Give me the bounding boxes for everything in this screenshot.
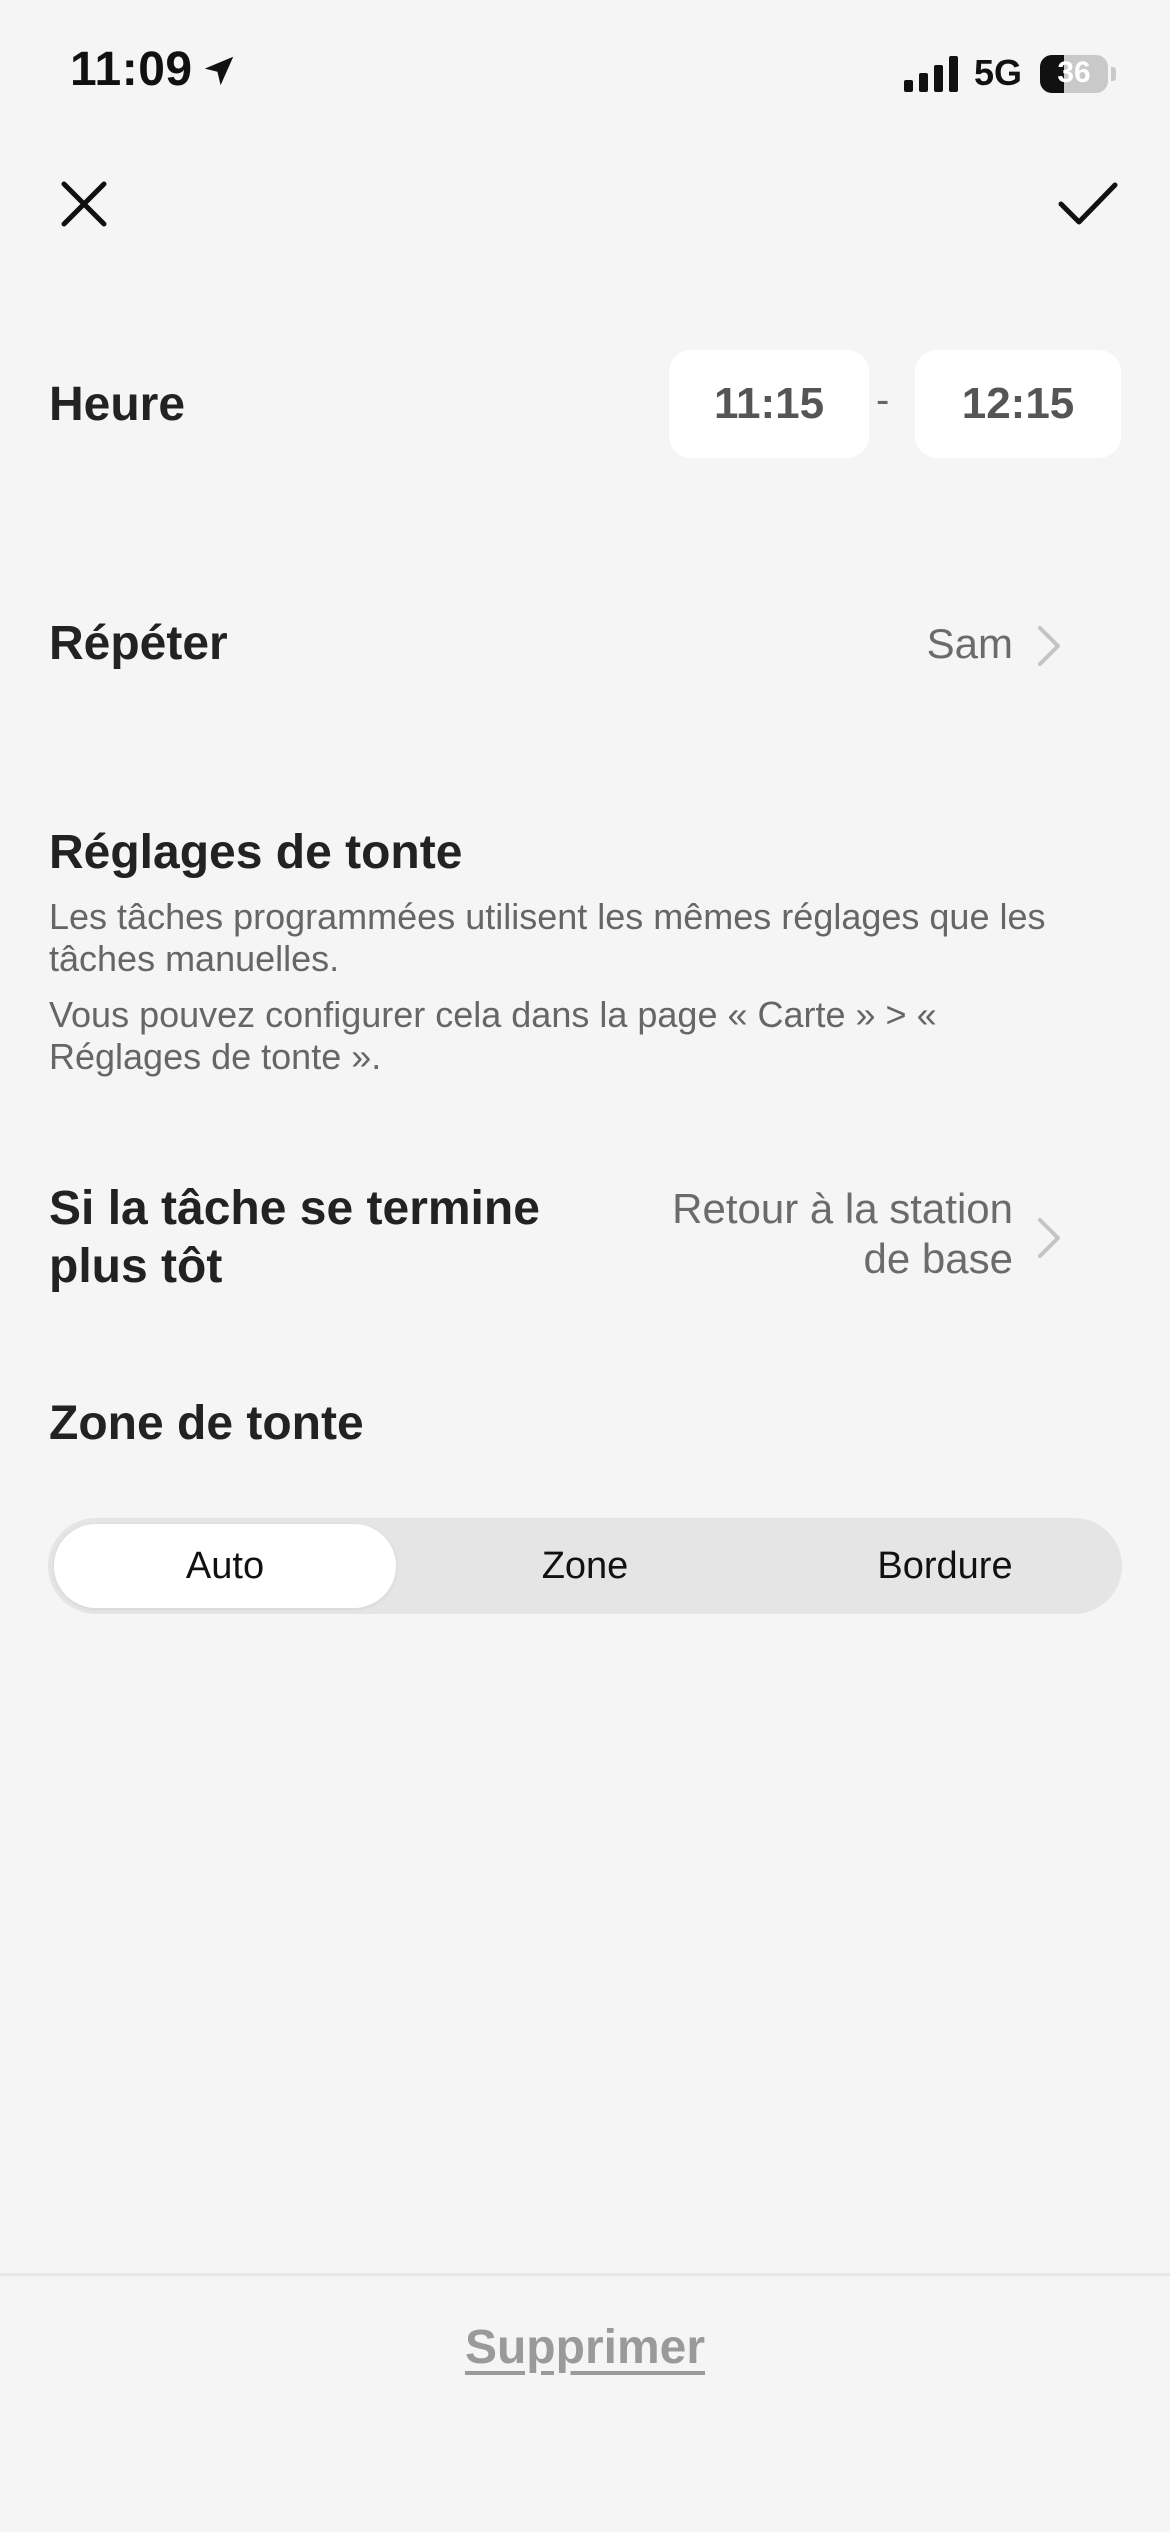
mowing-zone-segmented-control: Auto Zone Bordure xyxy=(48,1518,1122,1614)
battery-icon: 36 xyxy=(1040,55,1108,93)
early-finish-label-line2: plus tôt xyxy=(49,1240,223,1293)
status-time: 11:09 xyxy=(70,43,193,96)
time-separator: - xyxy=(876,378,890,422)
cellular-signal-icon xyxy=(904,56,958,92)
battery-percent: 36 xyxy=(1057,56,1091,89)
early-finish-row[interactable]: Si la tâche se termine plus tôt Retour à… xyxy=(0,1168,1170,1308)
time-label: Heure xyxy=(49,378,186,431)
mowing-zone-title: Zone de tonte xyxy=(49,1397,364,1450)
start-time-picker[interactable]: 11:15 xyxy=(669,350,869,458)
early-finish-value-line2: de base xyxy=(863,1235,1013,1282)
chevron-right-icon xyxy=(1038,626,1060,666)
close-icon xyxy=(61,181,107,227)
mowing-settings-hint: Vous pouvez configurer cela dans la page… xyxy=(49,994,937,1077)
mowing-settings-description: Les tâches programmées utilisent les mêm… xyxy=(49,896,1046,979)
early-finish-value: Retour à la station de base xyxy=(672,1184,1013,1284)
bottom-divider xyxy=(0,2273,1170,2276)
mowing-settings-title: Réglages de tonte xyxy=(49,826,463,879)
early-finish-value-line1: Retour à la station xyxy=(672,1185,1013,1232)
chevron-right-icon xyxy=(1038,1218,1060,1258)
repeat-label: Répéter xyxy=(49,617,228,670)
close-button[interactable] xyxy=(52,172,116,236)
status-bar: 11:09 5G 36 xyxy=(0,0,1170,150)
early-finish-label-line1: Si la tâche se termine xyxy=(49,1182,540,1235)
confirm-button[interactable] xyxy=(1052,172,1124,236)
repeat-value: Sam xyxy=(926,620,1013,667)
segment-zone[interactable]: Zone xyxy=(414,1524,756,1608)
location-arrow-icon xyxy=(204,56,234,86)
delete-button[interactable]: Supprimer xyxy=(0,2320,1170,2375)
segment-auto[interactable]: Auto xyxy=(54,1524,396,1608)
segment-border[interactable]: Bordure xyxy=(774,1524,1116,1608)
battery-cap xyxy=(1111,67,1116,81)
early-finish-label: Si la tâche se termine plus tôt xyxy=(49,1180,540,1296)
end-time-picker[interactable]: 12:15 xyxy=(915,350,1121,458)
checkmark-icon xyxy=(1058,182,1118,225)
network-type-label: 5G xyxy=(974,52,1023,93)
repeat-row[interactable]: Répéter Sam xyxy=(0,590,1170,700)
